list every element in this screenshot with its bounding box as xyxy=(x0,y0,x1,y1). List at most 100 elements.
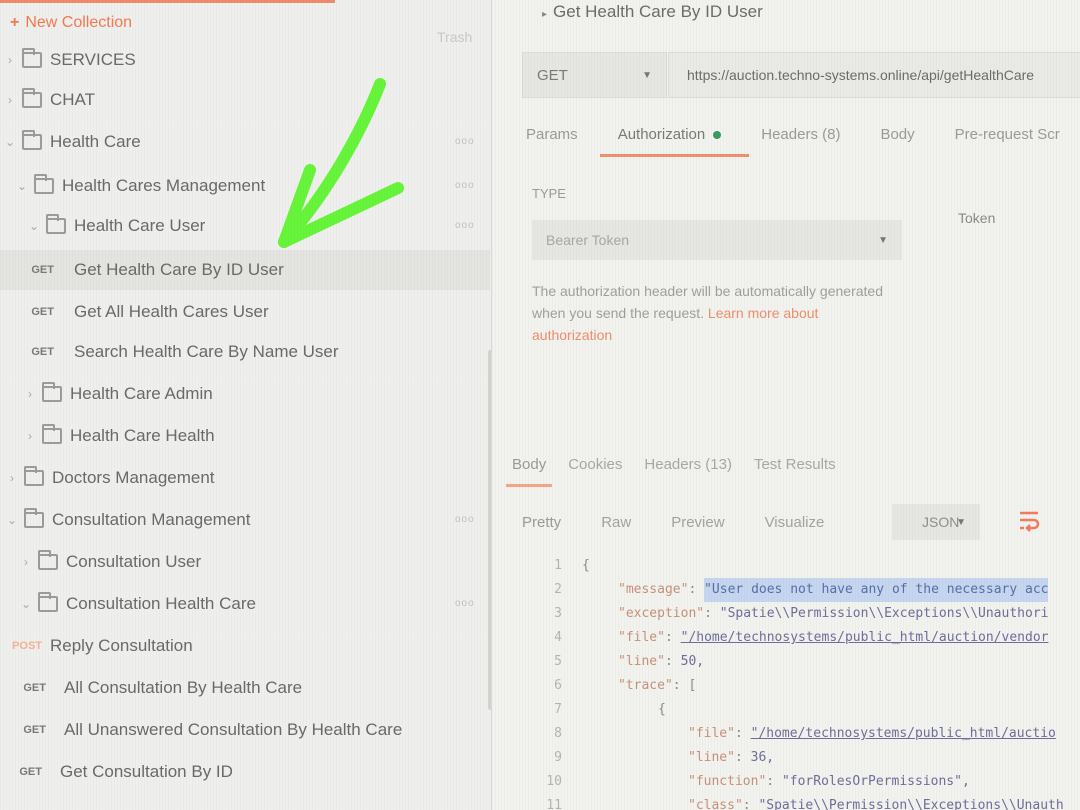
request-title: ▸ Get Health Care By ID User xyxy=(542,2,763,21)
method-badge: GET xyxy=(23,724,46,736)
chevron-down-icon: ⌄ xyxy=(6,513,18,527)
more-options-icon[interactable]: ooo xyxy=(455,136,475,147)
http-method-select[interactable]: GET ▼ xyxy=(522,52,667,98)
code-line: 2 "message": "User does not have any of … xyxy=(522,578,1080,602)
wrap-lines-icon[interactable] xyxy=(1017,508,1041,534)
code-line: 10 "function": "forRolesOrPermissions", xyxy=(546,774,970,789)
folder-health-care-user[interactable]: ⌄ Health Care User ooo xyxy=(0,206,490,246)
chevron-down-icon: ⌄ xyxy=(28,219,40,233)
code-line: 9 "line": 36, xyxy=(554,750,775,765)
play-icon: ▸ xyxy=(542,9,548,20)
chevron-right-icon: › xyxy=(24,555,28,569)
caret-down-icon: ▼ xyxy=(878,234,888,246)
tab-authorization[interactable]: Authorization xyxy=(599,126,749,157)
folder-icon xyxy=(22,48,42,68)
format-preview-button[interactable]: Preview xyxy=(671,514,724,531)
request-get-consultation-by-id[interactable]: GET Get Consultation By ID xyxy=(0,752,490,792)
folder-health-care[interactable]: ⌄ Health Care ooo xyxy=(0,122,490,162)
folder-icon xyxy=(24,466,44,486)
folder-icon xyxy=(24,508,44,528)
format-raw-button[interactable]: Raw xyxy=(601,514,631,531)
folder-chat[interactable]: › CHAT xyxy=(0,80,490,120)
folder-icon xyxy=(22,130,42,150)
folder-icon xyxy=(34,174,54,194)
response-tabs: Body Cookies Headers (13) Test Results xyxy=(505,456,858,487)
chevron-down-icon: ⌄ xyxy=(4,135,16,149)
response-body-code[interactable]: 1 { 2 "message": "User does not have any… xyxy=(522,554,1080,810)
code-line: 4 "file": "/home/technosystems/public_ht… xyxy=(554,630,1049,645)
code-line: 7 { xyxy=(554,702,666,717)
tab-response-headers[interactable]: Headers (13) xyxy=(644,456,732,473)
auth-type-select[interactable]: Bearer Token ▼ xyxy=(532,220,902,260)
request-reply-consultation[interactable]: POST Reply Consultation xyxy=(0,626,490,666)
folder-consultation-user[interactable]: › Consultation User xyxy=(0,542,490,582)
folder-health-care-admin[interactable]: › Health Care Admin xyxy=(0,374,490,414)
method-badge: GET xyxy=(31,306,54,318)
caret-down-icon: ▼ xyxy=(642,69,652,81)
folder-doctors-management[interactable]: › Doctors Management xyxy=(0,458,490,498)
code-line: 8 "file": "/home/technosystems/public_ht… xyxy=(554,726,1056,741)
request-get-health-care-by-id-user[interactable]: GET Get Health Care By ID User xyxy=(0,250,490,290)
method-badge: GET xyxy=(31,264,54,276)
more-options-icon[interactable]: ooo xyxy=(455,220,475,231)
code-line: 11 "class": "Spatie\\Permission\\Excepti… xyxy=(546,798,1064,810)
format-visualize-button[interactable]: Visualize xyxy=(765,514,825,531)
response-format-bar: Pretty Raw Preview Visualize JSON ▼ xyxy=(522,500,1080,544)
tab-test-results[interactable]: Test Results xyxy=(754,456,836,473)
chevron-down-icon: ⌄ xyxy=(16,179,28,193)
more-options-icon[interactable]: ooo xyxy=(455,598,475,609)
folder-health-cares-management[interactable]: ⌄ Health Cares Management ooo xyxy=(0,166,490,206)
folder-icon xyxy=(42,382,62,402)
method-badge: GET xyxy=(31,346,54,358)
tab-response-cookies[interactable]: Cookies xyxy=(568,456,622,473)
chevron-right-icon: › xyxy=(8,53,12,67)
new-collection-button[interactable]: + New Collection xyxy=(10,14,132,32)
chevron-right-icon: › xyxy=(28,387,32,401)
tab-body[interactable]: Body xyxy=(880,126,914,143)
request-tabs: Params Authorization Headers (8) Body Pr… xyxy=(526,126,1080,157)
folder-icon xyxy=(38,550,58,570)
folder-icon xyxy=(22,88,42,108)
url-input[interactable]: https://auction.techno-systems.online/ap… xyxy=(668,52,1080,98)
code-line: 6 "trace": [ xyxy=(554,678,697,693)
request-search-health-care-by-name-user[interactable]: GET Search Health Care By Name User xyxy=(0,332,490,372)
folder-icon xyxy=(38,592,58,612)
plus-icon: + xyxy=(10,14,20,31)
folder-icon xyxy=(42,424,62,444)
chevron-right-icon: › xyxy=(8,93,12,107)
token-label: Token xyxy=(958,210,996,226)
request-all-unanswered-consultation[interactable]: GET All Unanswered Consultation By Healt… xyxy=(0,710,490,750)
format-pretty-button[interactable]: Pretty xyxy=(522,514,561,531)
tab-headers[interactable]: Headers (8) xyxy=(761,126,840,143)
chevron-right-icon: › xyxy=(10,471,14,485)
request-panel: ▸ Get Health Care By ID User GET ▼ https:… xyxy=(492,0,1080,810)
folder-consultation-management[interactable]: ⌄ Consultation Management ooo xyxy=(0,500,490,540)
more-options-icon[interactable]: ooo xyxy=(455,514,475,525)
method-badge: GET xyxy=(23,682,46,694)
folder-consultation-health-care[interactable]: ⌄ Consultation Health Care ooo xyxy=(0,584,490,624)
code-line: 5 "line": 50, xyxy=(554,654,705,669)
code-line: 3 "exception": "Spatie\\Permission\\Exce… xyxy=(554,606,1049,621)
chevron-right-icon: › xyxy=(28,429,32,443)
folder-services[interactable]: › SERVICES xyxy=(0,40,490,80)
method-badge: GET xyxy=(19,766,42,778)
tab-pre-request-script[interactable]: Pre-request Scr xyxy=(955,126,1060,143)
active-tab-underline xyxy=(0,0,335,3)
auth-type-label: TYPE xyxy=(532,186,566,201)
status-dot-icon xyxy=(713,131,722,140)
auth-help-text: The authorization header will be automat… xyxy=(532,283,883,343)
sidebar-header: + New Collection Trash xyxy=(0,0,491,45)
tab-params[interactable]: Params xyxy=(526,126,578,143)
tab-response-body[interactable]: Body xyxy=(505,456,553,487)
code-line: 1 { xyxy=(554,558,590,573)
language-select[interactable]: JSON ▼ xyxy=(892,504,980,540)
folder-icon xyxy=(46,214,66,234)
folder-health-care-health[interactable]: › Health Care Health xyxy=(0,416,490,456)
more-options-icon[interactable]: ooo xyxy=(455,180,475,191)
method-badge: POST xyxy=(12,640,42,652)
collections-sidebar: + New Collection Trash › SERVICES › CHAT … xyxy=(0,0,492,810)
request-all-consultation-by-health-care[interactable]: GET All Consultation By Health Care xyxy=(0,668,490,708)
request-get-all-health-cares-user[interactable]: GET Get All Health Cares User xyxy=(0,292,490,332)
chevron-down-icon: ⌄ xyxy=(20,597,32,611)
caret-down-icon: ▼ xyxy=(956,516,966,528)
